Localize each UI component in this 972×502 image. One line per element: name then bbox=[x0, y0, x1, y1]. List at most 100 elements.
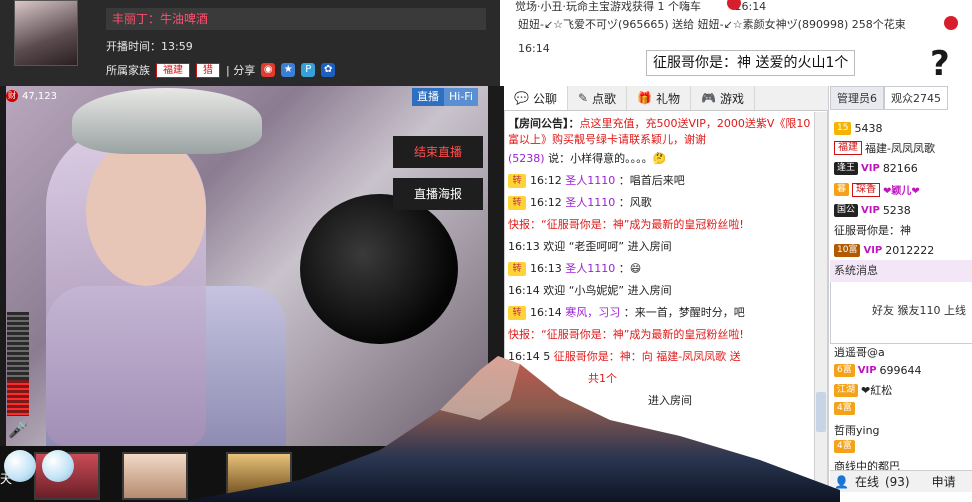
user-row[interactable]: 逍遥哥@a bbox=[834, 344, 885, 360]
gift-popup: 征服哥你是：神 送爱的火山1个 bbox=[646, 50, 856, 76]
chat-text: 欢迎 “小鸟妮妮” 进入房间 bbox=[543, 284, 672, 297]
level-badge: 暮 bbox=[834, 183, 850, 196]
live-badge: 直播 Hi-Fi bbox=[412, 88, 478, 106]
user-row[interactable]: 国公 VIP 5238 bbox=[834, 204, 911, 217]
qq-share-icon[interactable]: P bbox=[301, 63, 316, 77]
user-name: ❤颖儿❤ bbox=[883, 186, 920, 197]
room-notice: 【房间公告】：点这里充值，充500送VIP，2000送紫V《限10富以上》购买靓… bbox=[508, 116, 816, 148]
chat-text: ：唱首后来吧 bbox=[618, 174, 685, 187]
chat-user[interactable]: 圣人1110 bbox=[565, 196, 615, 209]
user-row[interactable]: 征服哥你是：神 bbox=[834, 222, 911, 238]
family-tag-fujian[interactable]: 福建 bbox=[156, 62, 190, 78]
user-row[interactable]: 15 5438 bbox=[834, 122, 882, 135]
vip-badge: VIP bbox=[863, 245, 883, 256]
video-scene-cap bbox=[72, 88, 262, 154]
chat-flash: 快报：“征服哥你是：神”成为最新的皇冠粉丝啦! bbox=[508, 218, 744, 231]
chat-time: 16:12 bbox=[530, 174, 562, 187]
user-row[interactable]: 6富 VIP 699644 bbox=[834, 364, 922, 377]
tab-gifts[interactable]: 🎁 礼物 bbox=[627, 86, 692, 110]
vip-badge: VIP bbox=[857, 365, 877, 376]
user-row[interactable]: 逢王 VIP 82166 bbox=[834, 162, 918, 175]
apply-button[interactable]: 申请 bbox=[932, 473, 956, 490]
weibo-share-icon[interactable]: ◉ bbox=[261, 63, 276, 77]
volume-meter-level bbox=[7, 380, 29, 416]
badge-icon: 转 bbox=[508, 196, 526, 210]
tab-label: 点歌 bbox=[592, 91, 617, 106]
chat-time: 16:12 bbox=[530, 196, 562, 209]
notice-label: 【房间公告】： bbox=[508, 117, 580, 130]
video-scene-face bbox=[86, 136, 206, 286]
user-row[interactable]: 暮琛香 ❤颖儿❤ bbox=[834, 182, 920, 197]
user-name: 2012222 bbox=[885, 244, 935, 257]
family-badge: 福建 bbox=[834, 141, 862, 155]
tab-admins[interactable]: 管理员6 bbox=[830, 86, 884, 110]
user-name: ❤紅松 bbox=[861, 384, 893, 397]
anchor-name[interactable]: 丰丽丁：牛油啤酒 bbox=[106, 8, 486, 30]
chat-time: 16:13 bbox=[530, 262, 562, 275]
chat-line: (5238) 说：小样得意的。。。。🤔 bbox=[508, 148, 816, 170]
user-name: 5238 bbox=[882, 204, 911, 217]
chat-user[interactable]: 寒风，习习 bbox=[565, 306, 620, 319]
pen-icon: ✎ bbox=[577, 91, 589, 105]
chat-time: 16:14 bbox=[508, 284, 540, 297]
thumbnail-2[interactable] bbox=[122, 452, 188, 500]
family-row: 所属家族 福建 猎 | 分享 ◉ ★ P ✿ bbox=[106, 62, 336, 78]
chat-user[interactable]: 圣人1110 bbox=[565, 262, 615, 275]
family-badge: 琛香 bbox=[852, 182, 881, 197]
live-label: 直播 bbox=[412, 88, 444, 106]
chat-line: 转 16:12 圣人1110 ：唱首后来吧 bbox=[508, 170, 816, 192]
live-poster-button[interactable]: 直播海报 bbox=[393, 178, 483, 210]
user-row[interactable]: 江湖 ❤紅松 bbox=[834, 382, 892, 398]
tab-label: 礼物 bbox=[656, 91, 681, 106]
vip-badge: VIP bbox=[861, 163, 880, 174]
end-live-button[interactable]: 结束直播 bbox=[393, 136, 483, 168]
anchor-avatar[interactable] bbox=[14, 0, 78, 66]
level-badge: 10富 bbox=[834, 244, 861, 257]
chat-bubble-icon: 💬 bbox=[514, 91, 529, 105]
gift-icon: 🎁 bbox=[637, 91, 652, 105]
microphone-icon[interactable]: 🎤 bbox=[8, 420, 28, 439]
online-count: (93) bbox=[884, 474, 910, 489]
baidu-share-icon[interactable]: ✿ bbox=[321, 63, 336, 77]
online-bar: 👤 在线 (93) 申请 bbox=[830, 470, 972, 492]
chat-text: ：😄 bbox=[618, 262, 642, 275]
user-name: 哲雨ying bbox=[834, 424, 880, 437]
mountain-overlay-image bbox=[180, 356, 840, 502]
gift-time: 16:14 bbox=[518, 42, 550, 55]
vip-badge: VIP bbox=[861, 205, 880, 216]
user-name: 5438 bbox=[854, 122, 883, 135]
online-label[interactable]: 在线 bbox=[855, 473, 879, 490]
user-name: 699644 bbox=[879, 364, 922, 377]
tab-public-chat[interactable]: 💬 公聊 bbox=[504, 86, 568, 110]
chat-text: ：来一首，梦醒时分，吧 bbox=[623, 306, 745, 319]
user-row[interactable]: 10富 VIP 2012222 bbox=[834, 244, 934, 257]
fortune-count: 47,123 bbox=[22, 90, 57, 102]
qzone-share-icon[interactable]: ★ bbox=[281, 63, 296, 77]
user-name: 征服哥你是：神 bbox=[834, 224, 911, 237]
microphone-image bbox=[300, 194, 458, 344]
tab-song-request[interactable]: ✎ 点歌 bbox=[568, 86, 628, 110]
level-badge: 逢王 bbox=[834, 162, 859, 175]
chat-line: 转 16:12 圣人1110 ：风歌 bbox=[508, 192, 816, 214]
user-name: 福建-凤凤凤歌 bbox=[865, 142, 935, 155]
rose-icon bbox=[944, 16, 958, 30]
tab-label: 游戏 bbox=[719, 91, 744, 106]
chat-user[interactable]: (5238) bbox=[508, 152, 545, 165]
user-name: 逍遥哥@a bbox=[834, 346, 885, 359]
system-message-title: 系统消息 bbox=[830, 260, 972, 282]
user-row[interactable]: 哲雨ying bbox=[834, 422, 880, 438]
chat-line: 转 16:13 圣人1110 ：😄 bbox=[508, 258, 816, 280]
chat-user[interactable]: 圣人1110 bbox=[565, 174, 615, 187]
user-row[interactable]: 福建 福建-凤凤凤歌 bbox=[834, 140, 935, 156]
fortune-icon: 财 bbox=[6, 90, 18, 102]
tab-games[interactable]: 🎮 游戏 bbox=[691, 86, 755, 110]
tab-viewers[interactable]: 观众2745 bbox=[884, 86, 948, 110]
fortune-counter: 财 47,123 bbox=[6, 90, 57, 102]
gift-line-2: 妞妞-↙☆飞爱不可ヅ(965665) 送给 妞妞-↙☆素颜女神ヅ(890998)… bbox=[518, 18, 906, 31]
family-tag-lie[interactable]: 猎 bbox=[196, 62, 220, 78]
family-label: 所属家族 bbox=[106, 64, 150, 77]
bubble-icon-1 bbox=[4, 450, 36, 482]
tab-label: 公聊 bbox=[532, 91, 557, 106]
start-time: 开播时间：13:59 bbox=[106, 40, 193, 53]
chat-text: ：风歌 bbox=[618, 196, 652, 209]
